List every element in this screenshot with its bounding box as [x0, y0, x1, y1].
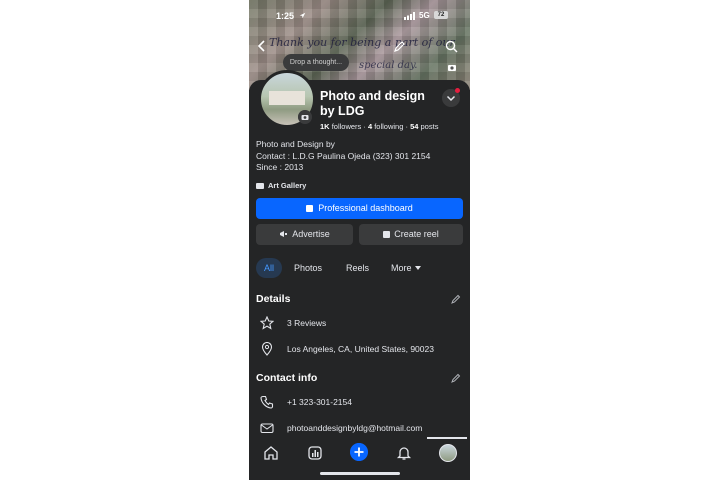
posts-label: posts	[420, 122, 439, 131]
network-label: 5G	[419, 11, 430, 20]
home-indicator	[320, 472, 400, 475]
camera-icon[interactable]	[298, 110, 312, 124]
bell-icon[interactable]	[396, 445, 412, 461]
pencil-icon[interactable]	[451, 294, 461, 304]
location-text[interactable]: Los Angeles, CA, United States, 90023	[287, 344, 434, 354]
back-icon[interactable]	[257, 40, 267, 52]
following-count[interactable]: 4	[368, 122, 372, 131]
profile-stats: 1K followers · 4 following · 54 posts	[320, 122, 439, 131]
phone-number[interactable]: +1 323-301-2154	[287, 397, 352, 407]
create-reel-button[interactable]: Create reel	[359, 224, 463, 245]
camera-icon[interactable]	[447, 62, 457, 72]
home-icon[interactable]	[263, 445, 279, 461]
gallery-icon	[256, 183, 264, 190]
avatar-photo-detail	[269, 91, 305, 105]
professional-dashboard-label: Professional dashboard	[318, 203, 413, 213]
professional-dashboard-button[interactable]: Professional dashboard	[256, 198, 463, 219]
email-icon	[260, 423, 274, 434]
followers-label: followers	[331, 122, 362, 131]
cover-script-text: Thank you for being a part of our	[269, 36, 455, 49]
bio-line: Photo and Design by	[256, 139, 335, 149]
create-reel-label: Create reel	[394, 229, 439, 239]
contact-info-title: Contact info	[256, 372, 318, 384]
add-icon[interactable]	[350, 443, 368, 461]
category-label[interactable]: Art Gallery	[256, 181, 306, 190]
tab-reels[interactable]: Reels	[346, 258, 369, 278]
details-title: Details	[256, 293, 291, 305]
pencil-icon[interactable]	[393, 40, 406, 53]
email-address[interactable]: photoanddesignbyldg@hotmail.com	[287, 423, 422, 433]
bio-line: Contact : L.D.G Paulina Ojeda (323) 301 …	[256, 150, 431, 161]
reel-icon	[383, 231, 391, 238]
thought-input[interactable]: Drop a thought...	[283, 54, 349, 71]
battery-indicator: 72	[434, 11, 448, 19]
bottom-nav	[249, 437, 470, 480]
profile-avatar[interactable]	[439, 444, 457, 462]
notification-dot	[455, 88, 460, 93]
search-icon[interactable]	[445, 40, 458, 53]
dashboard-icon[interactable]	[307, 445, 323, 461]
tab-photos[interactable]: Photos	[294, 258, 322, 278]
advertise-label: Advertise	[292, 229, 330, 239]
posts-count: 54	[410, 122, 419, 131]
phone-icon	[260, 395, 274, 409]
tab-more[interactable]: More	[391, 258, 421, 278]
nav-active-indicator	[427, 437, 467, 439]
following-label: following	[374, 122, 404, 131]
reviews-link[interactable]: 3 Reviews	[287, 318, 326, 328]
bio-line: Since : 2013	[256, 162, 304, 172]
signal-icon	[404, 12, 415, 20]
location-arrow-icon	[299, 12, 306, 19]
star-icon	[260, 316, 274, 330]
followers-count[interactable]: 1K	[320, 122, 330, 131]
tab-more-label: More	[391, 263, 412, 273]
megaphone-icon	[280, 231, 288, 237]
advertise-button[interactable]: Advertise	[256, 224, 353, 245]
profile-bio: Photo and Design by Contact : L.D.G Paul…	[256, 139, 430, 174]
cover-script-text-2: special day.	[359, 60, 418, 71]
location-pin-icon	[261, 342, 273, 356]
category-text: Art Gallery	[268, 181, 307, 190]
tab-all[interactable]: All	[256, 258, 282, 278]
status-bar: 1:25 5G 72	[249, 0, 470, 21]
pencil-icon[interactable]	[451, 373, 461, 383]
phone-screen: Thank you for being a part of our specia…	[249, 0, 470, 480]
status-time: 1:25	[276, 11, 295, 21]
dashboard-icon	[306, 205, 314, 212]
page-title: Photo and design by LDG	[320, 89, 425, 118]
caret-down-icon	[414, 266, 421, 270]
